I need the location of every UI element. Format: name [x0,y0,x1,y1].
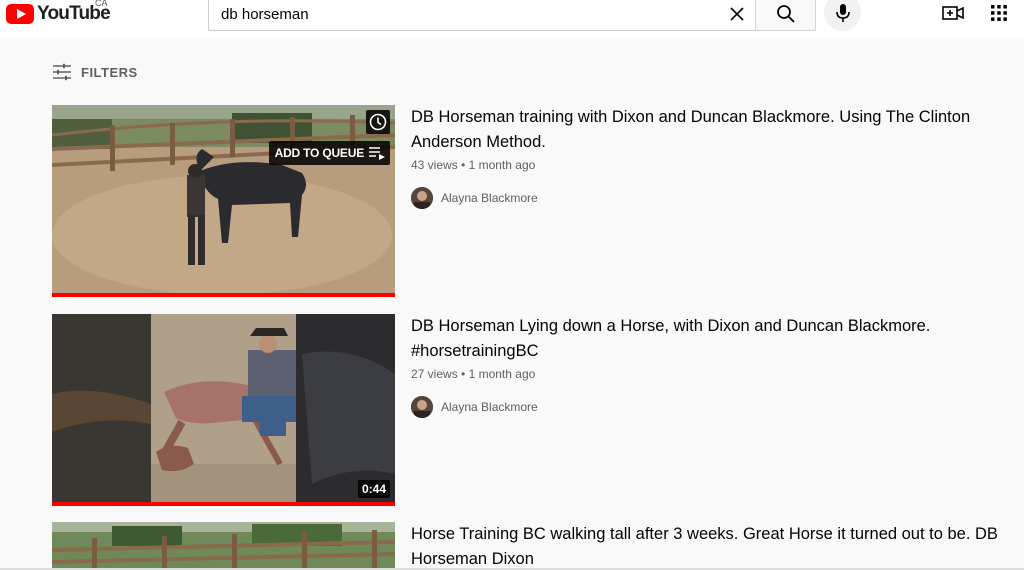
video-thumbnail[interactable]: 0:44 [52,314,395,506]
video-result: Horse Training BC walking tall after 3 w… [52,522,1024,570]
create-video-icon [942,6,964,20]
add-to-queue-button[interactable]: ADD TO QUEUE [268,141,390,165]
youtube-logo-icon [6,4,34,24]
avatar-image [411,396,433,418]
thumbnail-image [52,522,395,570]
clear-search-button[interactable] [722,2,752,26]
add-to-queue-label: ADD TO QUEUE [274,146,365,160]
thumbnail-image [52,105,395,297]
apps-grid-icon [991,5,1007,21]
filters-button[interactable]: FILTERS [52,61,138,83]
video-meta: DB Horseman Lying down a Horse, with Dix… [411,314,1021,418]
close-icon [730,7,744,21]
channel-name: Alayna Blackmore [441,191,538,205]
watched-progress-bar [52,293,395,297]
create-button[interactable] [940,2,966,24]
voice-search-button[interactable] [824,0,861,31]
queue-playlist-icon [369,147,385,160]
filters-label: FILTERS [81,64,138,80]
upload-age: 1 month ago [468,158,536,172]
avatar-image [411,187,433,209]
avatar[interactable] [411,187,433,209]
search-icon [776,4,795,23]
video-title[interactable]: DB Horseman training with Dixon and Dunc… [411,105,1021,155]
search-input[interactable] [221,3,701,25]
upload-age: 1 month ago [468,367,536,381]
microphone-icon [835,3,850,22]
view-count: 27 views [411,367,458,381]
watch-later-button[interactable] [366,110,390,134]
avatar[interactable] [411,396,433,418]
video-meta: Horse Training BC walking tall after 3 w… [411,522,1021,570]
watched-progress-bar [52,502,395,506]
channel-link[interactable]: Alayna Blackmore [411,187,1021,209]
video-title[interactable]: Horse Training BC walking tall after 3 w… [411,522,1021,570]
video-stats: 27 views • 1 month ago [411,366,1021,382]
country-code: CA [95,0,108,8]
stats-separator: • [461,367,469,381]
view-count: 43 views [411,158,458,172]
channel-link[interactable]: Alayna Blackmore [411,396,1021,418]
video-stats: 43 views • 1 month ago [411,157,1021,173]
video-title[interactable]: DB Horseman Lying down a Horse, with Dix… [411,314,1021,364]
search-box [208,0,756,31]
thumbnail-image [52,314,395,506]
video-thumbnail[interactable] [52,522,395,570]
clock-icon [369,113,387,131]
masthead: YouTube CA [0,0,1024,38]
video-meta: DB Horseman training with Dixon and Dunc… [411,105,1021,209]
filter-sliders-icon [53,63,71,81]
video-thumbnail[interactable]: ADD TO QUEUE [52,105,395,297]
search-button[interactable] [755,0,816,31]
stats-separator: • [461,158,469,172]
video-result: 0:44 DB Horseman Lying down a Horse, wit… [52,314,1024,506]
channel-name: Alayna Blackmore [441,400,538,414]
video-result: ADD TO QUEUE DB Horseman training with D… [52,105,1024,297]
apps-button[interactable] [987,2,1011,24]
video-duration: 0:44 [357,480,390,498]
